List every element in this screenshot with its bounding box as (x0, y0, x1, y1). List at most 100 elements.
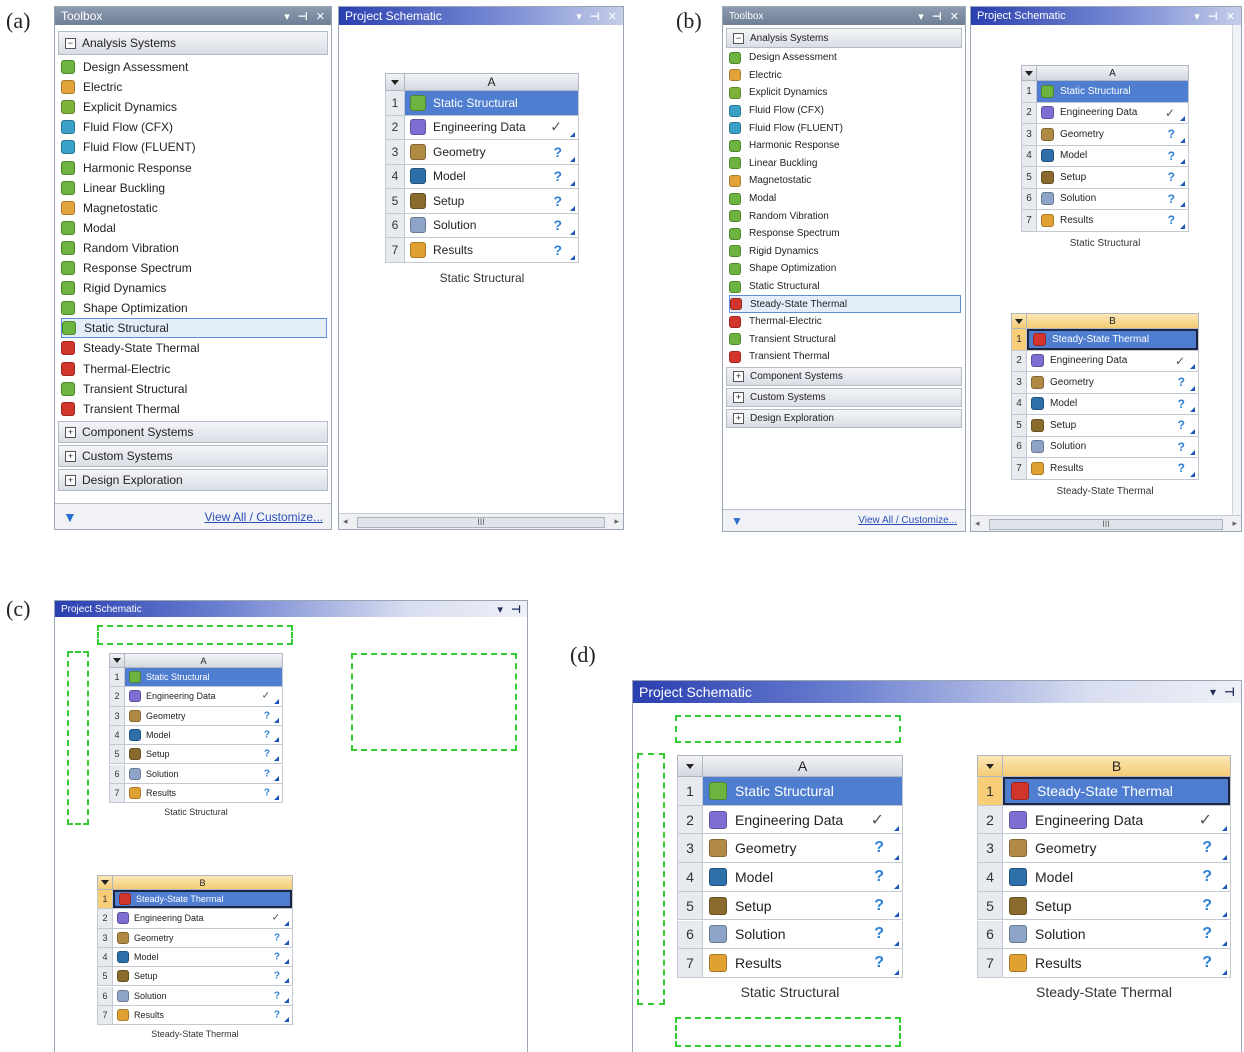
system-cell-row[interactable]: 4 Model? (97, 947, 293, 968)
system-cell-row[interactable]: 4 Model? (977, 863, 1231, 892)
dropdown-icon[interactable]: ▾ (576, 10, 582, 23)
expand-icon[interactable]: + (65, 474, 76, 486)
system-cell-row[interactable]: 7 Results? (385, 238, 579, 263)
pin-icon[interactable]: ⊣ (1224, 685, 1235, 699)
system-menu-arrow-icon[interactable] (1022, 66, 1037, 80)
toolbox-item[interactable]: Rigid Dynamics (729, 243, 961, 261)
system-cell-row[interactable]: 4 Model? (1021, 145, 1189, 167)
category-design-exploration[interactable]: + Design Exploration (58, 469, 328, 491)
system-name[interactable]: Static Structural (677, 984, 903, 1000)
toolbox-item[interactable]: Magnetostatic (729, 172, 961, 190)
system-cell-row[interactable]: 2 Engineering Data ✓ (97, 909, 293, 929)
toolbox-item[interactable]: Transient Structural (61, 379, 327, 399)
toolbox-item[interactable]: Rigid Dynamics (61, 278, 327, 298)
system-cell-row[interactable]: 4 Model? (109, 725, 283, 746)
toolbox-item[interactable]: Random Vibration (729, 207, 961, 225)
system-header[interactable]: A (677, 755, 903, 777)
close-icon[interactable]: ✕ (950, 10, 959, 23)
system-cell-row[interactable]: 1 Static Structural (1021, 81, 1189, 103)
pin-icon[interactable]: ⊣ (590, 10, 600, 23)
system-cell-row[interactable]: 5 Setup? (977, 891, 1231, 921)
system-cell-row[interactable]: 1 Steady-State Thermal (1011, 329, 1199, 351)
pin-icon[interactable]: ⊣ (1208, 10, 1218, 23)
close-icon[interactable]: ✕ (316, 10, 325, 23)
collapse-icon[interactable]: − (733, 32, 744, 44)
system-header[interactable]: A (109, 653, 283, 668)
toolbox-item[interactable]: Response Spectrum (729, 225, 961, 243)
system-cell-row[interactable]: 4 Model? (1011, 393, 1199, 415)
toolbox-item[interactable]: Fluid Flow (FLUENT) (729, 119, 961, 137)
drop-target-left[interactable] (67, 651, 89, 825)
category-component-systems[interactable]: + Component Systems (726, 367, 962, 386)
system-cell-row[interactable]: 6 Solution? (1011, 436, 1199, 458)
system-cell-row[interactable]: 6 Solution? (385, 213, 579, 238)
system-cell-row[interactable]: 5 Setup? (1011, 415, 1199, 437)
system-menu-arrow-icon[interactable] (110, 654, 125, 667)
pin-icon[interactable]: ⊣ (511, 603, 521, 616)
category-custom-systems[interactable]: + Custom Systems (726, 388, 962, 407)
toolbox-item[interactable]: Fluid Flow (CFX) (729, 102, 961, 120)
system-name[interactable]: Static Structural (385, 271, 579, 285)
toolbox-item[interactable]: Transient Thermal (61, 399, 327, 419)
pin-icon[interactable]: ⊣ (298, 10, 308, 23)
system-cell-row[interactable]: 7 Results? (677, 949, 903, 978)
system-cell-row[interactable]: 1 Static Structural (385, 91, 579, 116)
system-cell-row[interactable]: 6 Solution? (677, 920, 903, 950)
expand-icon[interactable]: + (733, 413, 744, 424)
collapse-icon[interactable]: − (65, 37, 76, 49)
system-cell-row[interactable]: 2 Engineering Data ✓ (977, 805, 1231, 835)
system-cell-row[interactable]: 1 Static Structural (109, 668, 283, 688)
system-cell-row[interactable]: 3 Geometry? (385, 140, 579, 165)
system-cell-row[interactable]: 6 Solution? (1021, 188, 1189, 210)
system-cell-row[interactable]: 3 Geometry? (977, 834, 1231, 864)
toolbox-item[interactable]: Transient Structural (729, 331, 961, 349)
system-cell-row[interactable]: 3 Geometry? (1011, 372, 1199, 394)
toolbox-item[interactable]: Fluid Flow (FLUENT) (61, 137, 327, 157)
category-design-exploration[interactable]: + Design Exploration (726, 409, 962, 428)
system-cell-row[interactable]: 3 Geometry? (109, 706, 283, 726)
dropdown-icon[interactable]: ▾ (1194, 10, 1200, 23)
close-icon[interactable]: ✕ (1226, 10, 1235, 23)
toolbox-item[interactable]: Response Spectrum (61, 258, 327, 278)
system-cell-row[interactable]: 5 Setup? (385, 189, 579, 214)
system-cell-row[interactable]: 3 Geometry? (1021, 124, 1189, 146)
vertical-scrollbar[interactable] (1232, 25, 1241, 515)
toolbox-item[interactable]: Steady-State Thermal (729, 295, 961, 313)
system-cell-row[interactable]: 5 Setup? (97, 967, 293, 987)
system-header[interactable]: B (97, 875, 293, 890)
system-cell-row[interactable]: 2 Engineering Data ✓ (1021, 102, 1189, 124)
expand-icon[interactable]: + (65, 450, 76, 462)
system-cell-row[interactable]: 1 Steady-State Thermal (97, 890, 293, 910)
drop-target-top[interactable] (97, 625, 293, 645)
system-cell-row[interactable]: 5 Setup? (677, 891, 903, 921)
system-cell-row[interactable]: 6 Solution? (109, 764, 283, 784)
view-all-customize-link[interactable]: View All / Customize... (205, 510, 324, 524)
toolbox-item[interactable]: Fluid Flow (CFX) (61, 117, 327, 137)
drop-target-bottom[interactable] (675, 1017, 901, 1047)
system-name[interactable]: Static Structural (1021, 238, 1189, 249)
toolbox-item[interactable]: Static Structural (61, 318, 327, 339)
system-cell-row[interactable]: 6 Solution? (977, 920, 1231, 950)
system-cell-row[interactable]: 7 Results? (97, 1005, 293, 1026)
system-header[interactable]: A (385, 73, 579, 91)
system-header[interactable]: B (977, 755, 1231, 777)
toolbox-item[interactable]: Electric (61, 77, 327, 97)
system-cell-row[interactable]: 7 Results? (1021, 210, 1189, 232)
drop-target-top[interactable] (675, 715, 901, 743)
view-all-customize-link[interactable]: View All / Customize... (858, 515, 957, 526)
horizontal-scrollbar[interactable]: ◂ III ▸ (339, 513, 623, 529)
toolbox-item[interactable]: Harmonic Response (61, 158, 327, 178)
toolbox-item[interactable]: Design Assessment (729, 49, 961, 67)
toolbox-item[interactable]: Thermal-Electric (729, 313, 961, 331)
toolbox-item[interactable]: Explicit Dynamics (61, 97, 327, 117)
system-menu-arrow-icon[interactable] (386, 74, 405, 90)
system-cell-row[interactable]: 3 Geometry? (677, 834, 903, 864)
dropdown-icon[interactable]: ▾ (284, 10, 290, 23)
system-header[interactable]: B (1011, 313, 1199, 329)
toolbox-item[interactable]: Static Structural (729, 278, 961, 296)
system-menu-arrow-icon[interactable] (1012, 314, 1027, 328)
category-analysis-systems[interactable]: − Analysis Systems (58, 31, 328, 55)
toolbox-item[interactable]: Electric (729, 67, 961, 85)
expand-icon[interactable]: + (733, 392, 744, 403)
system-cell-row[interactable]: 2 Engineering Data ✓ (677, 805, 903, 835)
